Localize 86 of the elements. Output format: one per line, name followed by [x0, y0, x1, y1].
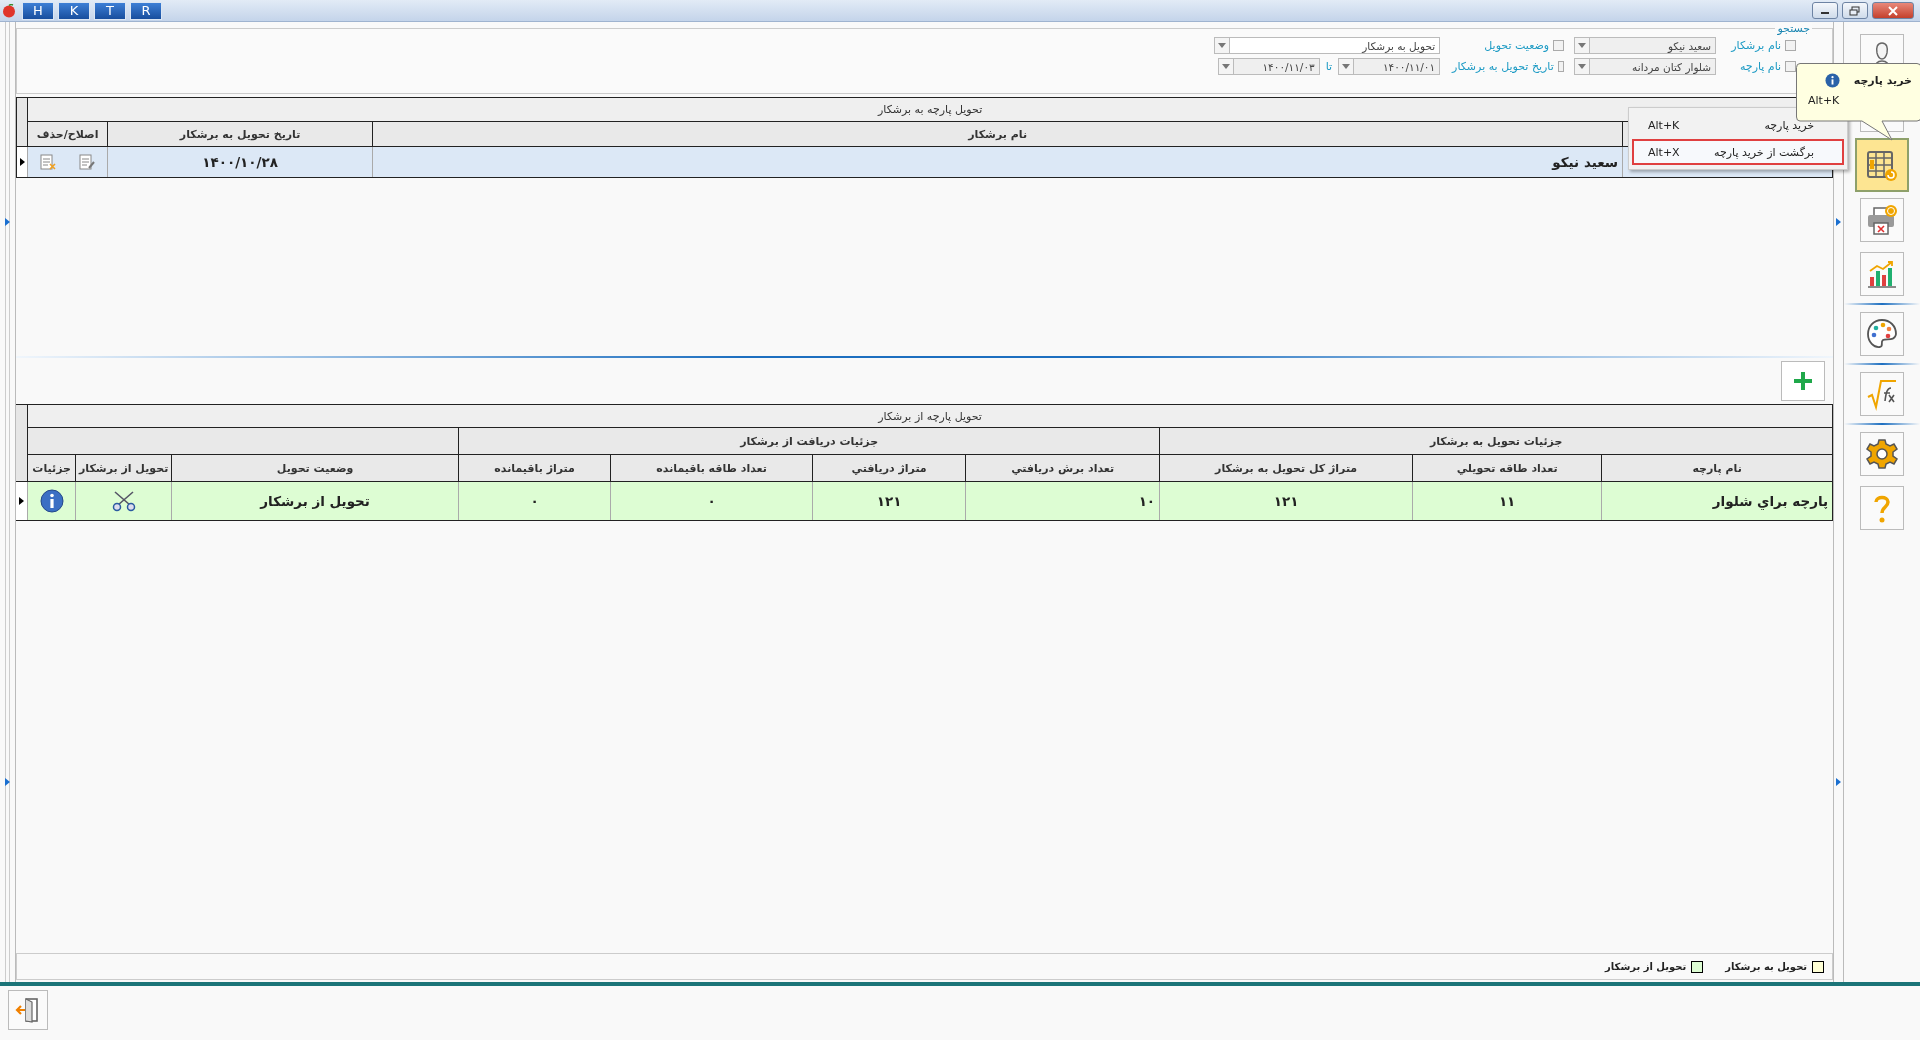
dropdown-arrow-icon: [1578, 43, 1587, 48]
table-cell: ۱۰: [965, 482, 1160, 520]
toolbar-button[interactable]: [1860, 198, 1904, 242]
palette-icon: [1865, 317, 1899, 351]
tooltip-title: خرید پارچه: [1853, 74, 1912, 87]
square-root-icon: [1865, 377, 1899, 411]
info-icon: [39, 489, 64, 513]
checkbox[interactable]: [1785, 40, 1797, 51]
column-header[interactable]: متراژ دریافتي: [812, 455, 966, 482]
table-cell: ۱۴۰۰/۱۰/۲۸: [107, 147, 373, 177]
dropdown-arrow-icon: [1342, 64, 1351, 69]
restore-button[interactable]: [1842, 2, 1868, 19]
date-field[interactable]: ۱۴۰۰/۱۱/۰۱: [1338, 58, 1441, 75]
table-cell: پارچه براي شلوار: [1601, 482, 1833, 520]
column-header[interactable]: نام برشکار: [372, 122, 1623, 147]
dropdown-field[interactable]: سعید نیکو: [1574, 37, 1717, 54]
quick-tab[interactable]: T: [94, 1, 126, 20]
table-cell: ۱۲۱: [1159, 482, 1413, 520]
table-cell: سعید نیکو: [372, 147, 1623, 177]
column-header[interactable]: تعداد طاقه تحویلي: [1412, 455, 1602, 482]
column-header[interactable]: اصلاح/حذف: [27, 122, 108, 147]
column-header[interactable]: متراژ کل تحویل به برشکار: [1159, 455, 1413, 482]
checkbox[interactable]: [1557, 61, 1565, 72]
close-button[interactable]: [1872, 2, 1914, 19]
table-cell: تحویل از برشکار: [171, 482, 459, 520]
info-button[interactable]: [39, 489, 64, 513]
expand-arrow-icon[interactable]: [5, 218, 10, 226]
dropdown-arrow-icon: [1221, 64, 1230, 69]
expand-arrow-icon[interactable]: [1836, 218, 1842, 226]
column-header[interactable]: تعداد برش دریافتي: [965, 455, 1160, 482]
column-group-header: جزئیات تحویل به برشکار: [1159, 428, 1833, 455]
column-header[interactable]: وضعیت تحویل: [171, 455, 459, 482]
column-header[interactable]: تعداد طاقه باقیمانده: [610, 455, 813, 482]
filter-label: نام برشکار: [1731, 39, 1782, 52]
column-header[interactable]: متراژ باقیمانده: [458, 455, 611, 482]
column-header[interactable]: نام پارچه: [1601, 455, 1833, 482]
table-cell: ۱۱: [1412, 482, 1602, 520]
exit-button[interactable]: [8, 990, 48, 1030]
minimize-button[interactable]: [1812, 2, 1838, 19]
expand-arrow-icon[interactable]: [5, 778, 10, 786]
filter-label: وضعیت تحویل: [1484, 39, 1550, 52]
shortcut-label: Alt+K: [1807, 93, 1841, 107]
toolbar-button[interactable]: [1860, 252, 1904, 296]
quick-tab[interactable]: H: [22, 1, 54, 20]
table-cell: ۱۲۱: [812, 482, 966, 520]
settings-icon: [1865, 437, 1899, 471]
quick-tab[interactable]: R: [130, 1, 162, 20]
exit-icon: [15, 997, 41, 1023]
scissors-button[interactable]: [110, 490, 137, 512]
dropdown-field[interactable]: تحویل به برشکار: [1214, 37, 1441, 54]
column-header[interactable]: تحویل از برشکار: [75, 455, 172, 482]
table-title: تحویل پارچه از برشکار: [27, 405, 1833, 428]
edit-icon: [78, 153, 97, 171]
toolbar-button[interactable]: [1860, 312, 1904, 356]
range-label: تا: [1325, 60, 1333, 73]
app-icon: [2, 3, 16, 18]
dropdown-arrow-icon: [1218, 43, 1227, 48]
date-field[interactable]: ۱۴۰۰/۱۱/۰۳: [1217, 58, 1320, 75]
edit-button[interactable]: [78, 153, 97, 171]
printer-icon: [1865, 203, 1899, 237]
dropdown-arrow-icon: [1578, 64, 1587, 69]
legend-label: تحویل از برشکار: [1605, 961, 1687, 972]
toolbar-button[interactable]: [1860, 372, 1904, 416]
checkbox[interactable]: [1553, 40, 1565, 51]
legend-label: تحویل به برشکار: [1725, 961, 1808, 972]
info-icon: [1824, 73, 1840, 88]
dropdown-field[interactable]: شلوار کتان مردانه: [1574, 58, 1717, 75]
checkbox[interactable]: [1785, 61, 1797, 72]
filter-label: تاریخ تحویل به برشکار: [1452, 60, 1554, 73]
quick-tab[interactable]: K: [58, 1, 90, 20]
plus-icon: [1792, 370, 1815, 392]
expand-arrow-icon[interactable]: [1836, 778, 1842, 786]
table-coin-icon: [1865, 148, 1899, 182]
restore-icon: [1849, 5, 1861, 16]
filter-label: نام پارچه: [1739, 60, 1782, 73]
delete-icon: [38, 153, 57, 171]
table-cell: ۰: [458, 482, 611, 520]
table-cell: ۰: [610, 482, 813, 520]
toolbar-button[interactable]: [1860, 432, 1904, 476]
column-header[interactable]: تاریخ تحویل به برشکار: [107, 122, 373, 147]
toolbar-button[interactable]: [1855, 138, 1909, 192]
add-button[interactable]: [1781, 361, 1826, 401]
column-group-header: جزئیات دریافت از برشکار: [458, 428, 1160, 455]
column-header[interactable]: جزئیات: [27, 455, 76, 482]
close-icon: [1887, 5, 1899, 16]
scissors-icon: [110, 490, 137, 512]
